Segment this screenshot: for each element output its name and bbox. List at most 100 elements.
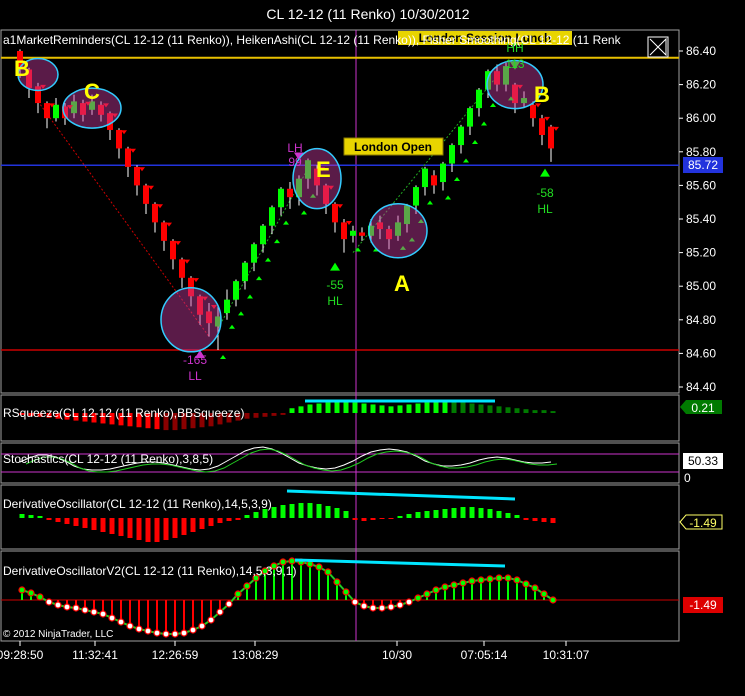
deriv2-bar (129, 600, 131, 626)
deriv2-dot (513, 576, 521, 584)
squeeze-bar (478, 404, 484, 413)
squeeze-bar (532, 410, 538, 413)
deriv2-dot (207, 616, 215, 624)
squeeze-bar (523, 409, 529, 413)
deriv-bar (163, 518, 169, 540)
squeeze-bar (496, 406, 502, 413)
squeeze-bar (469, 403, 475, 413)
candle-body (458, 126, 464, 146)
hl2-label: HL (537, 202, 553, 216)
deriv2-bar (147, 600, 149, 631)
deriv2-dot (549, 596, 557, 604)
deriv2-dot (333, 578, 341, 586)
x-tick-label: 10/30 (382, 648, 412, 662)
deriv-bar (28, 515, 34, 518)
candle-body (170, 240, 176, 260)
deriv-bar (460, 507, 466, 518)
deriv2-dot (81, 606, 89, 614)
deriv2-dot (171, 630, 179, 638)
label-a: A (394, 271, 410, 296)
deriv2-dot (99, 610, 107, 618)
ll-value: -165 (183, 353, 207, 367)
squeeze-bar (379, 405, 385, 413)
candle-body (233, 281, 239, 300)
deriv2-dot (486, 575, 494, 583)
squeeze-bar (397, 405, 403, 413)
london-open-label: London Open (354, 140, 432, 154)
deriv-bar (127, 518, 133, 538)
squeeze-bar (289, 408, 295, 413)
squeeze-bar (415, 403, 421, 413)
deriv-bar (55, 518, 61, 522)
y-tick-label: 84.80 (686, 313, 716, 327)
deriv2-dot (72, 604, 80, 612)
deriv2-dot (135, 625, 143, 633)
deriv-bar (397, 516, 403, 518)
deriv2-bar (138, 600, 140, 629)
deriv2-dot (126, 622, 134, 630)
label-c: C (84, 79, 100, 104)
x-tick-label: 07:05:14 (461, 648, 508, 662)
deriv2-label: DerivativeOscillatorV2(CL 12-12 (11 Renk… (3, 564, 296, 578)
squeeze-bar (451, 401, 457, 413)
squeeze-bar (343, 401, 349, 413)
squeeze-value-tag: 0.21 (680, 400, 722, 415)
deriv2-bar (192, 600, 194, 630)
deriv2-dot (360, 602, 368, 610)
deriv2-bar (318, 567, 320, 600)
squeeze-bar (244, 413, 250, 419)
deriv2-bar (174, 600, 176, 634)
candle-body (125, 148, 131, 167)
candle-body (449, 145, 455, 164)
deriv-bar (361, 518, 367, 521)
deriv-bar (307, 503, 313, 518)
deriv-bar (46, 518, 52, 520)
candle-body (440, 163, 446, 183)
hl2-value: -58 (536, 186, 554, 200)
deriv2-dot (387, 603, 395, 611)
deriv-bar (91, 518, 97, 530)
squeeze-bar (514, 408, 520, 413)
deriv-label: DerivativeOscillator(CL 12-12 (11 Renko)… (3, 497, 272, 511)
deriv-bar (496, 511, 502, 518)
squeeze-bar (424, 402, 430, 413)
deriv2-bar (309, 564, 311, 600)
deriv2-dot (36, 593, 44, 601)
deriv-bar (424, 511, 430, 518)
squeeze-bar (307, 404, 313, 413)
deriv-bar (145, 518, 151, 542)
deriv-bar (109, 518, 115, 534)
candle-body (467, 108, 473, 127)
deriv-bar (298, 503, 304, 518)
deriv-bar (118, 518, 124, 536)
deriv2-dot (225, 600, 233, 608)
deriv-bar (550, 518, 556, 523)
deriv2-bar (156, 600, 158, 633)
deriv2-bar (327, 572, 329, 600)
candle-body (260, 225, 266, 245)
deriv2-dot (459, 579, 467, 587)
deriv2-dot (108, 614, 116, 622)
candle-body (422, 168, 428, 188)
deriv2-dot (315, 563, 323, 571)
deriv2-dot (540, 590, 548, 598)
y-tick-label: 84.60 (686, 346, 716, 360)
deriv-bar (433, 510, 439, 518)
deriv-bar (271, 507, 277, 518)
candle-body (539, 118, 545, 135)
deriv2-value-tag: -1.49 (683, 597, 723, 613)
candle-body (143, 185, 149, 204)
deriv-bar (370, 518, 376, 520)
candle-body (251, 244, 257, 263)
deriv-bar (289, 504, 295, 518)
hl1-value: -55 (326, 278, 344, 292)
deriv2-dot (144, 627, 152, 635)
deriv-bar (343, 511, 349, 518)
deriv2-dot (162, 630, 170, 638)
stoch-label: Stochastics(CL 12-12 (11 Renko),3,8,5) (3, 452, 213, 466)
deriv2-dot (468, 577, 476, 585)
candle-body (152, 203, 158, 223)
candle-body (116, 129, 122, 149)
squeeze-bar (361, 403, 367, 413)
deriv-bar (469, 507, 475, 518)
